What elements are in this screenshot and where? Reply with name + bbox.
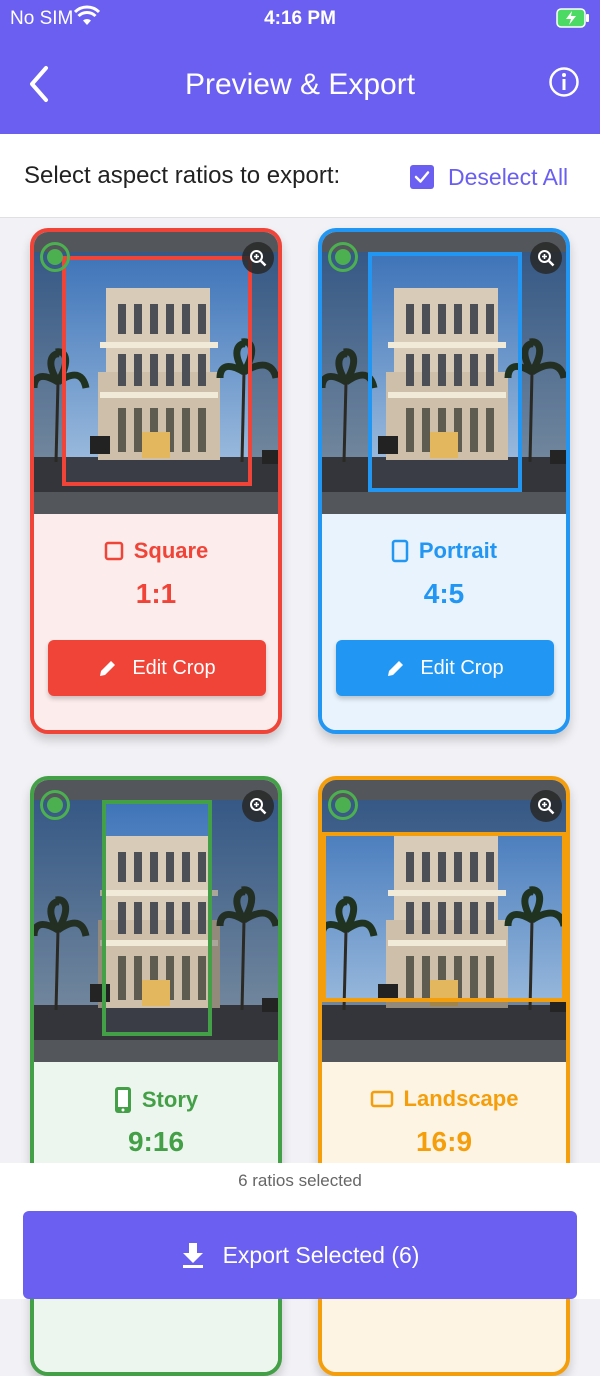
crop-overlay[interactable] xyxy=(322,832,566,1002)
edit-crop-label: Edit Crop xyxy=(132,656,216,679)
ratio-name: Square xyxy=(133,538,209,563)
ratio-info: Square 1:1 Edit Crop xyxy=(34,514,278,730)
export-selected-button[interactable]: Export Selected (6) xyxy=(23,1211,577,1299)
zoom-in-icon xyxy=(250,798,267,815)
crop-overlay[interactable] xyxy=(102,800,212,1036)
ratio-card-square[interactable]: Square 1:1 Edit Crop xyxy=(30,228,282,734)
download-icon xyxy=(182,1243,203,1268)
phone-icon xyxy=(114,1086,132,1114)
info-icon xyxy=(549,67,579,97)
edit-crop-button[interactable]: Edit Crop xyxy=(336,640,554,696)
pencil-icon xyxy=(100,661,116,676)
landscape-icon xyxy=(370,1090,394,1108)
battery-icon xyxy=(556,8,590,33)
zoom-in-icon xyxy=(538,250,555,267)
zoom-in-icon xyxy=(538,798,555,815)
crop-overlay[interactable] xyxy=(368,252,522,492)
info-button[interactable] xyxy=(548,66,580,98)
ratio-value: 16:9 xyxy=(415,1126,473,1157)
status-bar: No SIM 4:16 PM xyxy=(0,0,600,38)
page-title: Preview & Export xyxy=(184,68,416,101)
clock: 4:16 PM xyxy=(264,8,336,29)
checkbox-checked-icon xyxy=(410,165,434,189)
photo-preview xyxy=(34,232,278,514)
bottom-bar: 6 ratios selected Export Selected (6) xyxy=(0,1163,600,1299)
ratio-card-portrait[interactable]: Portrait 4:5 Edit Crop xyxy=(318,228,570,734)
edit-crop-label: Edit Crop xyxy=(420,656,504,679)
deselect-all-toggle[interactable]: Deselect All xyxy=(410,162,568,192)
select-bar: Select aspect ratios to export: Deselect… xyxy=(0,134,600,218)
photo-preview xyxy=(322,780,566,1062)
square-icon xyxy=(104,541,124,561)
zoom-in-button[interactable] xyxy=(242,242,274,274)
ratio-name: Landscape xyxy=(403,1086,519,1111)
ratio-value: 9:16 xyxy=(127,1126,185,1157)
deselect-all-label: Deselect All xyxy=(448,163,569,190)
select-label: Select aspect ratios to export: xyxy=(24,162,341,189)
selected-indicator[interactable] xyxy=(40,242,70,272)
zoom-in-button[interactable] xyxy=(530,242,562,274)
ratio-name: Story xyxy=(141,1087,199,1112)
ratio-name: Portrait xyxy=(418,538,498,563)
ratio-info: Portrait 4:5 Edit Crop xyxy=(322,514,566,730)
ratio-value: 1:1 xyxy=(135,578,177,609)
edit-crop-button[interactable]: Edit Crop xyxy=(48,640,266,696)
app-header: No SIM 4:16 PM Preview & Export xyxy=(0,0,600,134)
crop-overlay[interactable] xyxy=(62,256,252,486)
ratio-value: 4:5 xyxy=(423,578,465,609)
zoom-in-button[interactable] xyxy=(530,790,562,822)
selected-indicator[interactable] xyxy=(40,790,70,820)
zoom-in-icon xyxy=(250,250,267,267)
selected-indicator[interactable] xyxy=(328,242,358,272)
photo-preview xyxy=(322,232,566,514)
portrait-icon xyxy=(391,539,409,563)
zoom-in-button[interactable] xyxy=(242,790,274,822)
photo-preview xyxy=(34,780,278,1062)
pencil-icon xyxy=(388,661,404,676)
selected-count: 6 ratios selected xyxy=(238,1171,362,1190)
export-label: Export Selected (6) xyxy=(222,1241,420,1268)
selected-indicator[interactable] xyxy=(328,790,358,820)
